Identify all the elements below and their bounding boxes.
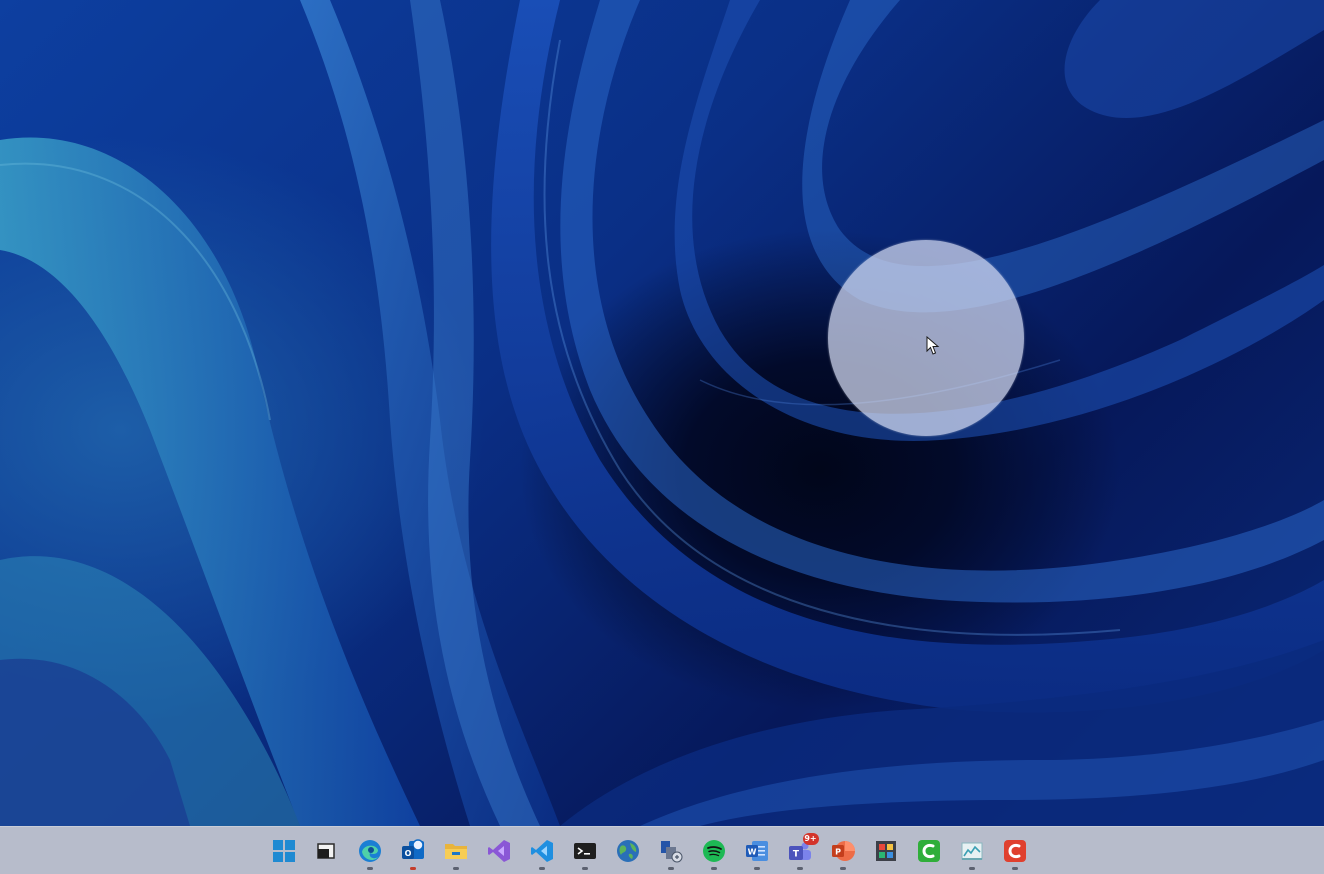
running-indicator (796, 867, 803, 870)
notification-badge: 9+ (802, 832, 819, 845)
taskbar-visual-studio-button[interactable] (477, 827, 520, 874)
running-indicator (710, 867, 717, 870)
active-indicator (409, 867, 416, 870)
task-view-icon (316, 842, 335, 859)
running-indicator (839, 867, 846, 870)
taskbar-chart-app-button[interactable] (950, 827, 993, 874)
running-indicator (452, 867, 459, 870)
bloom-wallpaper (0, 0, 1324, 826)
taskbar-spotify-button[interactable] (692, 827, 735, 874)
taskbar-camtasia-button[interactable] (907, 827, 950, 874)
taskbar-task-view-button[interactable] (305, 827, 348, 874)
mouse-pointer-icon (926, 336, 940, 355)
running-indicator (1011, 867, 1018, 870)
svg-text:P: P (835, 847, 841, 856)
taskbar-start-button[interactable] (262, 827, 305, 874)
spotify-icon (702, 839, 725, 862)
taskbar-globe-app-button[interactable] (606, 827, 649, 874)
taskbar-remote-tool-button[interactable] (649, 827, 692, 874)
visual-studio-icon (487, 839, 510, 862)
taskbar-app-grid-button[interactable] (864, 827, 907, 874)
camtasia-red-icon (1003, 839, 1026, 862)
edge-browser-icon (358, 839, 381, 862)
app-grid-icon (875, 840, 896, 861)
file-explorer-icon (444, 843, 467, 859)
powerpoint-icon: P (831, 840, 855, 861)
vscode-icon (530, 839, 553, 862)
running-indicator (667, 867, 674, 870)
svg-text:O: O (404, 849, 411, 858)
taskbar-teams-button[interactable]: T 9+ (778, 827, 821, 874)
remote-tool-icon (660, 840, 682, 862)
taskbar-file-explorer-button[interactable] (434, 827, 477, 874)
taskbar-pinned-apps: O W T 9+ P (262, 827, 1036, 874)
outlook-icon: O (401, 838, 424, 859)
taskbar-camtasia-recorder-button[interactable] (993, 827, 1036, 874)
camtasia-icon (917, 839, 940, 862)
running-indicator (753, 867, 760, 870)
windows-start-icon (272, 839, 295, 862)
taskbar: O W T 9+ P (0, 826, 1324, 874)
terminal-icon (573, 842, 596, 859)
taskbar-edge-button[interactable] (348, 827, 391, 874)
desktop[interactable] (0, 0, 1324, 826)
taskbar-vscode-button[interactable] (520, 827, 563, 874)
running-indicator (366, 867, 373, 870)
svg-text:T: T (792, 849, 799, 859)
svg-text:W: W (747, 847, 756, 856)
taskbar-outlook-button[interactable]: O (391, 827, 434, 874)
taskbar-powerpoint-button[interactable]: P (821, 827, 864, 874)
taskbar-word-button[interactable]: W (735, 827, 778, 874)
running-indicator (581, 867, 588, 870)
running-indicator (538, 867, 545, 870)
globe-icon (616, 839, 639, 862)
chart-app-icon (961, 842, 982, 860)
taskbar-terminal-button[interactable] (563, 827, 606, 874)
running-indicator (968, 867, 975, 870)
word-icon: W (745, 840, 768, 861)
